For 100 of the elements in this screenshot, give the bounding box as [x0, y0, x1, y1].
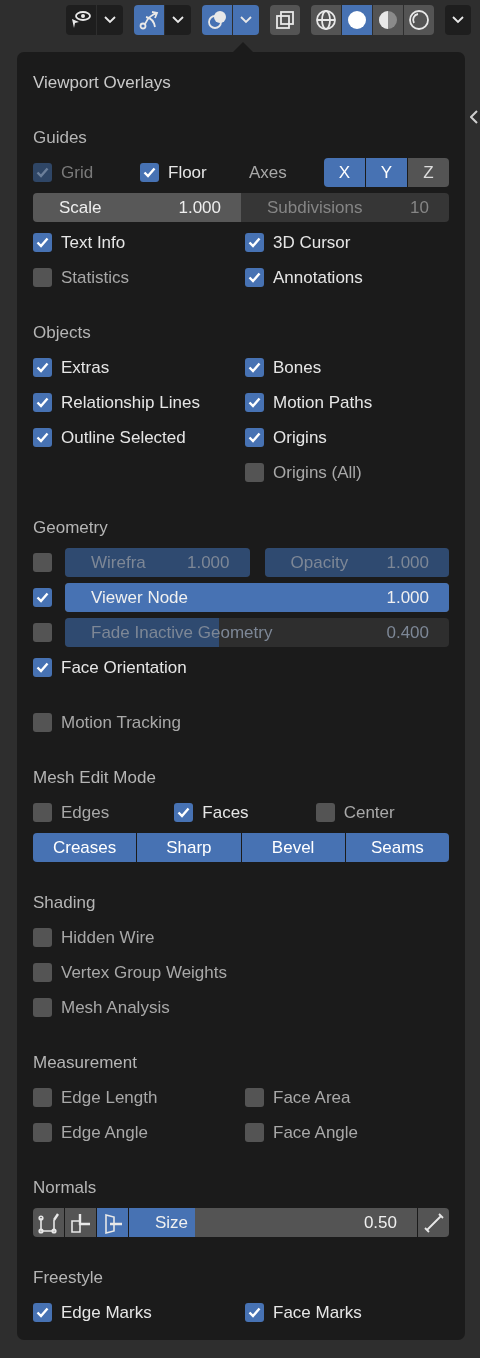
toggle-button[interactable]: Sharp — [137, 833, 241, 862]
checkbox[interactable] — [33, 393, 52, 412]
checkbox-label: Mesh Analysis — [61, 997, 170, 1018]
panel-title: Viewport Overlays — [33, 72, 172, 94]
checkbox-label: Text Info — [61, 232, 126, 253]
toggle-button[interactable]: Bevel — [241, 833, 345, 862]
section-heading: Geometry — [33, 516, 109, 539]
checkbox[interactable] — [33, 428, 52, 447]
diagonal-line-icon — [423, 1212, 444, 1233]
curve-arrow-icon — [138, 9, 160, 31]
solid-sphere-icon — [346, 9, 368, 31]
caret-icon — [240, 16, 252, 24]
toggle-button[interactable]: Creases — [33, 833, 137, 862]
section-heading: Freestyle — [33, 1266, 104, 1289]
checkbox-label: Grid — [61, 162, 94, 183]
checkbox-label: Face Area — [273, 1087, 351, 1108]
axis-toggle[interactable]: Z — [408, 158, 449, 187]
checkbox[interactable] — [245, 358, 264, 377]
checkbox-label: Motion Paths — [273, 392, 373, 413]
constant-length-button[interactable] — [418, 1208, 449, 1237]
dropdown-button[interactable] — [445, 5, 471, 35]
checkbox[interactable] — [33, 928, 52, 947]
checkbox[interactable] — [315, 803, 335, 822]
checkbox-label: Annotations — [273, 267, 363, 288]
checkbox[interactable] — [33, 713, 52, 732]
number-field[interactable]: Scale 1.000 — [33, 193, 241, 222]
section-heading: Objects — [33, 321, 92, 344]
checkbox[interactable] — [33, 1123, 52, 1142]
checkbox-label: Floor — [168, 162, 207, 183]
checkbox[interactable] — [33, 623, 52, 642]
value-slider[interactable]: Size 0.50 — [129, 1208, 417, 1237]
checkbox[interactable] — [245, 463, 264, 482]
checkbox[interactable] — [245, 268, 264, 287]
checkbox[interactable] — [33, 658, 52, 677]
axis-toggle[interactable]: Y — [366, 158, 407, 187]
checkbox-label: Hidden Wire — [61, 927, 155, 948]
checkbox[interactable] — [245, 233, 264, 252]
toolbar-button[interactable] — [270, 5, 300, 35]
checkbox[interactable] — [33, 588, 52, 607]
normal-mode-button[interactable] — [97, 1208, 128, 1237]
split-normal-icon — [69, 1211, 92, 1234]
overlapping-circles-icon — [206, 9, 228, 31]
checkbox[interactable] — [33, 1303, 52, 1322]
checkbox-label: Motion Tracking — [61, 712, 181, 733]
checkbox[interactable] — [33, 963, 52, 982]
checkbox[interactable] — [33, 1088, 52, 1107]
section-heading: Guides — [33, 126, 88, 149]
checkbox[interactable] — [245, 393, 264, 412]
checkbox-label: Face Orientation — [61, 657, 187, 678]
checkbox-label: Edge Angle — [61, 1122, 148, 1143]
checkbox[interactable] — [245, 1303, 264, 1322]
toolbar-button[interactable] — [66, 5, 96, 35]
checkbox-label: Faces — [202, 802, 249, 823]
section-heading: Normals — [33, 1176, 98, 1199]
checkbox-label: Bones — [273, 357, 322, 378]
wireframe-sphere-icon — [315, 9, 337, 31]
section-heading: Shading — [33, 891, 97, 914]
checkbox-label: Origins (All) — [273, 462, 362, 483]
checkbox-label: Relationship Lines — [61, 392, 200, 413]
vertex-normal-icon — [37, 1211, 60, 1234]
value-slider[interactable]: Viewer Node 1.000 — [65, 583, 449, 612]
checkbox-label: Edge Marks — [61, 1302, 152, 1323]
dropdown-button[interactable] — [97, 5, 123, 35]
checkbox-label: Face Angle — [273, 1122, 359, 1143]
checkbox[interactable] — [140, 163, 159, 182]
checkbox-label: Vertex Group Weights — [61, 962, 227, 983]
checkbox-label: Outline Selected — [61, 427, 186, 448]
checkbox[interactable] — [245, 1123, 264, 1142]
checkbox-label: Edges — [61, 802, 110, 823]
section-heading: Measurement — [33, 1051, 138, 1074]
checkbox[interactable] — [174, 803, 194, 822]
checkbox[interactable] — [245, 428, 264, 447]
checkbox[interactable] — [33, 553, 52, 572]
checkbox-label: Face Marks — [273, 1302, 362, 1323]
half-shaded-sphere-icon — [377, 9, 399, 31]
caret-icon — [452, 16, 464, 24]
checkbox[interactable] — [33, 998, 52, 1017]
checkbox-label: Edge Length — [61, 1087, 158, 1108]
checkbox[interactable] — [33, 358, 52, 377]
toolbar-button[interactable] — [373, 5, 403, 35]
normal-mode-button[interactable] — [33, 1208, 64, 1237]
toolbar-button[interactable] — [311, 5, 341, 35]
toolbar-button[interactable] — [404, 5, 434, 35]
chevron-left-icon — [470, 110, 478, 124]
checkbox-label: 3D Cursor — [273, 232, 351, 253]
checkbox[interactable] — [245, 1088, 264, 1107]
caret-icon — [172, 16, 184, 24]
checkbox-label: Extras — [61, 357, 110, 378]
checkbox-label: Center — [343, 802, 395, 823]
checkbox[interactable] — [33, 268, 52, 287]
normal-mode-button[interactable] — [65, 1208, 96, 1237]
axes-label: Axes — [249, 162, 287, 183]
rendered-sphere-icon — [408, 9, 430, 31]
toggle-button[interactable]: Seams — [345, 833, 449, 862]
dropdown-button[interactable] — [165, 5, 191, 35]
checkbox[interactable] — [33, 803, 52, 822]
checkbox[interactable] — [33, 233, 52, 252]
checkbox-label: Origins — [273, 427, 327, 448]
xray-icon — [275, 10, 295, 30]
axis-toggle[interactable]: X — [324, 158, 365, 187]
